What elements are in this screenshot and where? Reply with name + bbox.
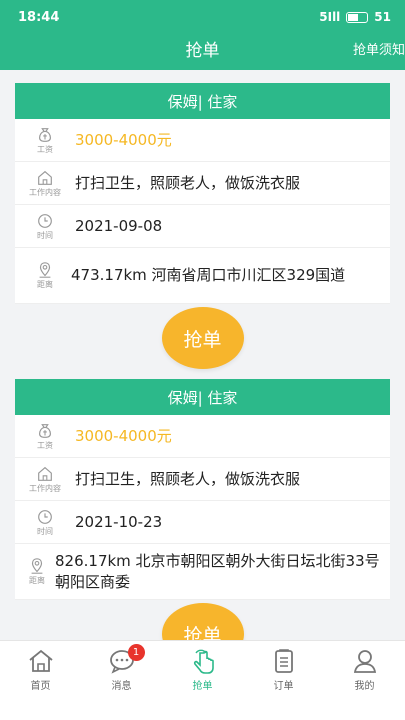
date-value: 2021-10-23 xyxy=(75,512,163,531)
status-bar: 18:44 5Ill 51 xyxy=(0,0,405,34)
location-pin-icon xyxy=(31,558,43,574)
distance-row: 距离 826.17km 北京市朝阳区朝外大街日坛北街33号朝阳区商委 xyxy=(15,544,390,600)
order-title: 保姆| 住家 xyxy=(15,83,390,119)
tab-profile-label: 我的 xyxy=(354,681,375,692)
work-caption: 工作内容 xyxy=(29,187,61,197)
tab-orders-label: 订单 xyxy=(273,681,294,692)
money-bag-icon xyxy=(39,127,51,142)
status-time: 18:44 xyxy=(18,9,60,25)
grab-order-button[interactable]: 抢单 xyxy=(161,307,244,369)
status-indicators: 5Ill 51 xyxy=(319,10,391,24)
clock-icon xyxy=(38,509,52,524)
time-row: 时间 2021-10-23 xyxy=(15,501,390,544)
distance-field: 距离 xyxy=(15,557,59,586)
time-row: 时间 2021-09-08 xyxy=(15,205,390,248)
distance-caption: 距离 xyxy=(37,280,53,289)
tab-orders[interactable]: 订单 xyxy=(243,641,324,720)
distance-value: 473.17km 河南省周口市川汇区329国道 xyxy=(71,266,346,284)
work-row: 工作内容 打扫卫生，照顾老人，做饭洗衣服 xyxy=(15,162,390,205)
distance-field: 距离 xyxy=(15,261,75,290)
salary-row: 工资 3000-4000元 xyxy=(15,119,390,162)
work-value: 打扫卫生，照顾老人，做饭洗衣服 xyxy=(75,469,301,488)
grab-button-wrap: 抢单 xyxy=(0,304,405,370)
distance-value: 826.17km 北京市朝阳区朝外大街日坛北街33号朝阳区商委 xyxy=(55,551,380,591)
distance-row: 距离 473.17km 河南省周口市川汇区329国道 xyxy=(15,248,390,304)
work-field: 工作内容 xyxy=(15,465,75,494)
profile-icon xyxy=(353,650,376,673)
tab-profile[interactable]: 我的 xyxy=(324,641,405,720)
salary-caption: 工资 xyxy=(37,144,53,154)
grab-button-wrap: 抢单 xyxy=(0,600,405,640)
order-title: 保姆| 住家 xyxy=(15,379,390,415)
grab-hand-icon xyxy=(193,649,214,674)
tab-grab[interactable]: 抢单 xyxy=(162,641,243,720)
home-icon xyxy=(28,649,53,672)
salary-value: 3000-4000元 xyxy=(75,130,172,149)
unread-badge: 1 xyxy=(127,644,145,661)
location-pin-icon xyxy=(39,262,51,278)
date-value: 2021-09-08 xyxy=(75,216,163,235)
grab-rules-link[interactable]: 抢单须知 xyxy=(353,39,405,58)
salary-field: 工资 xyxy=(15,422,75,451)
battery-level: 51 xyxy=(374,10,391,24)
work-value: 打扫卫生，照顾老人，做饭洗衣服 xyxy=(75,173,301,192)
top-header: 18:44 5Ill 51 抢单 抢单须知 xyxy=(0,0,405,70)
clock-icon xyxy=(38,213,52,228)
order-card: 保姆| 住家 工资 3000-4000元 工作内容 打扫卫生，照顾老人，做饭洗衣… xyxy=(0,83,405,372)
tab-messages-label: 消息 xyxy=(111,681,132,692)
page-title: 抢单 xyxy=(185,41,220,61)
house-icon xyxy=(38,466,52,481)
distance-caption: 距离 xyxy=(29,576,45,585)
bottom-tab-bar: 首页 1 消息 抢单 订单 我的 xyxy=(0,640,405,720)
time-field: 时间 xyxy=(15,212,75,241)
order-list-icon xyxy=(274,649,293,673)
salary-row: 工资 3000-4000元 xyxy=(15,415,390,458)
salary-value: 3000-4000元 xyxy=(75,426,172,445)
signal-icon: 5Ill xyxy=(319,10,341,24)
salary-field: 工资 xyxy=(15,126,75,155)
order-card: 保姆| 住家 工资 3000-4000元 工作内容 打扫卫生，照顾老人，做饭洗衣… xyxy=(0,379,405,640)
tab-home-label: 首页 xyxy=(30,681,51,692)
money-bag-icon xyxy=(39,423,51,438)
time-caption: 时间 xyxy=(37,526,53,536)
house-icon xyxy=(38,170,52,185)
work-caption: 工作内容 xyxy=(29,483,61,493)
battery-icon xyxy=(346,11,369,23)
work-row: 工作内容 打扫卫生，照顾老人，做饭洗衣服 xyxy=(15,458,390,501)
tab-messages[interactable]: 1 消息 xyxy=(81,641,162,720)
time-field: 时间 xyxy=(15,508,75,537)
work-field: 工作内容 xyxy=(15,169,75,198)
grab-order-button[interactable]: 抢单 xyxy=(161,603,244,640)
time-caption: 时间 xyxy=(37,230,53,240)
salary-caption: 工资 xyxy=(37,440,53,450)
tab-home[interactable]: 首页 xyxy=(0,641,81,720)
order-list[interactable]: 保姆| 住家 工资 3000-4000元 工作内容 打扫卫生，照顾老人，做饭洗衣… xyxy=(0,70,405,640)
tab-grab-label: 抢单 xyxy=(192,681,213,692)
